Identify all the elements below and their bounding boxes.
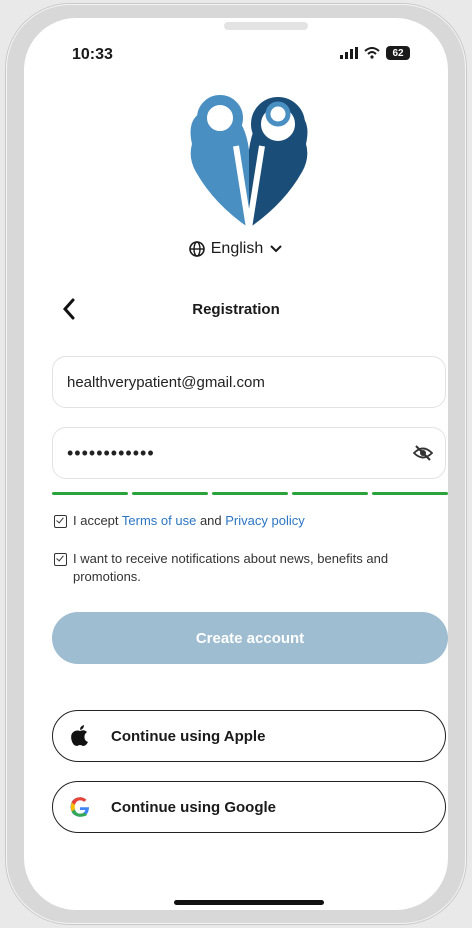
strength-segment bbox=[212, 492, 288, 495]
back-arrow-icon[interactable] bbox=[62, 298, 76, 320]
app-logo bbox=[190, 95, 308, 229]
eye-off-icon[interactable] bbox=[413, 444, 433, 462]
app-screen: 10:33 62 English Registration healthvery… bbox=[24, 18, 448, 910]
email-value: healthverypatient@gmail.com bbox=[67, 373, 265, 391]
checkbox-icon[interactable] bbox=[54, 515, 67, 528]
strength-segment bbox=[372, 492, 448, 495]
notifications-checkbox-row[interactable]: I want to receive notifications about ne… bbox=[54, 550, 424, 586]
apple-icon bbox=[69, 725, 91, 747]
apple-button-label: Continue using Apple bbox=[111, 727, 266, 745]
strength-segment bbox=[132, 492, 208, 495]
terms-text: I accept Terms of use and Privacy policy bbox=[73, 512, 305, 530]
page-title: Registration bbox=[192, 300, 280, 318]
email-field[interactable]: healthverypatient@gmail.com bbox=[52, 356, 446, 408]
terms-checkbox-row[interactable]: I accept Terms of use and Privacy policy bbox=[54, 512, 424, 530]
continue-apple-button[interactable]: Continue using Apple bbox=[52, 710, 446, 762]
home-indicator bbox=[174, 900, 324, 905]
strength-segment bbox=[292, 492, 368, 495]
terms-and-text: and bbox=[196, 513, 226, 528]
wifi-icon bbox=[364, 47, 380, 59]
status-icons: 62 bbox=[340, 46, 410, 60]
page-header: Registration bbox=[52, 294, 420, 324]
continue-google-button[interactable]: Continue using Google bbox=[52, 781, 446, 833]
password-value: •••••••••••• bbox=[67, 442, 155, 463]
password-field[interactable]: •••••••••••• bbox=[52, 427, 446, 479]
status-time: 10:33 bbox=[72, 46, 113, 63]
terms-of-use-link[interactable]: Terms of use bbox=[122, 513, 196, 528]
strength-segment bbox=[52, 492, 128, 495]
create-account-button[interactable]: Create account bbox=[52, 612, 448, 664]
notifications-label: I want to receive notifications about ne… bbox=[73, 551, 389, 584]
terms-prefix: I accept bbox=[73, 513, 122, 528]
device-frame: 10:33 62 English Registration healthvery… bbox=[6, 4, 466, 924]
google-button-label: Continue using Google bbox=[111, 798, 276, 816]
google-icon bbox=[69, 796, 91, 818]
chevron-down-icon bbox=[270, 245, 282, 253]
globe-icon bbox=[188, 241, 205, 257]
language-label: English bbox=[210, 240, 264, 257]
language-selector[interactable]: English bbox=[24, 240, 448, 258]
battery-icon: 62 bbox=[386, 46, 410, 60]
signal-icon bbox=[340, 47, 358, 59]
privacy-policy-link[interactable]: Privacy policy bbox=[225, 513, 304, 528]
checkbox-icon[interactable] bbox=[54, 553, 67, 566]
password-strength-meter bbox=[52, 492, 448, 495]
speaker-notch bbox=[224, 22, 308, 30]
